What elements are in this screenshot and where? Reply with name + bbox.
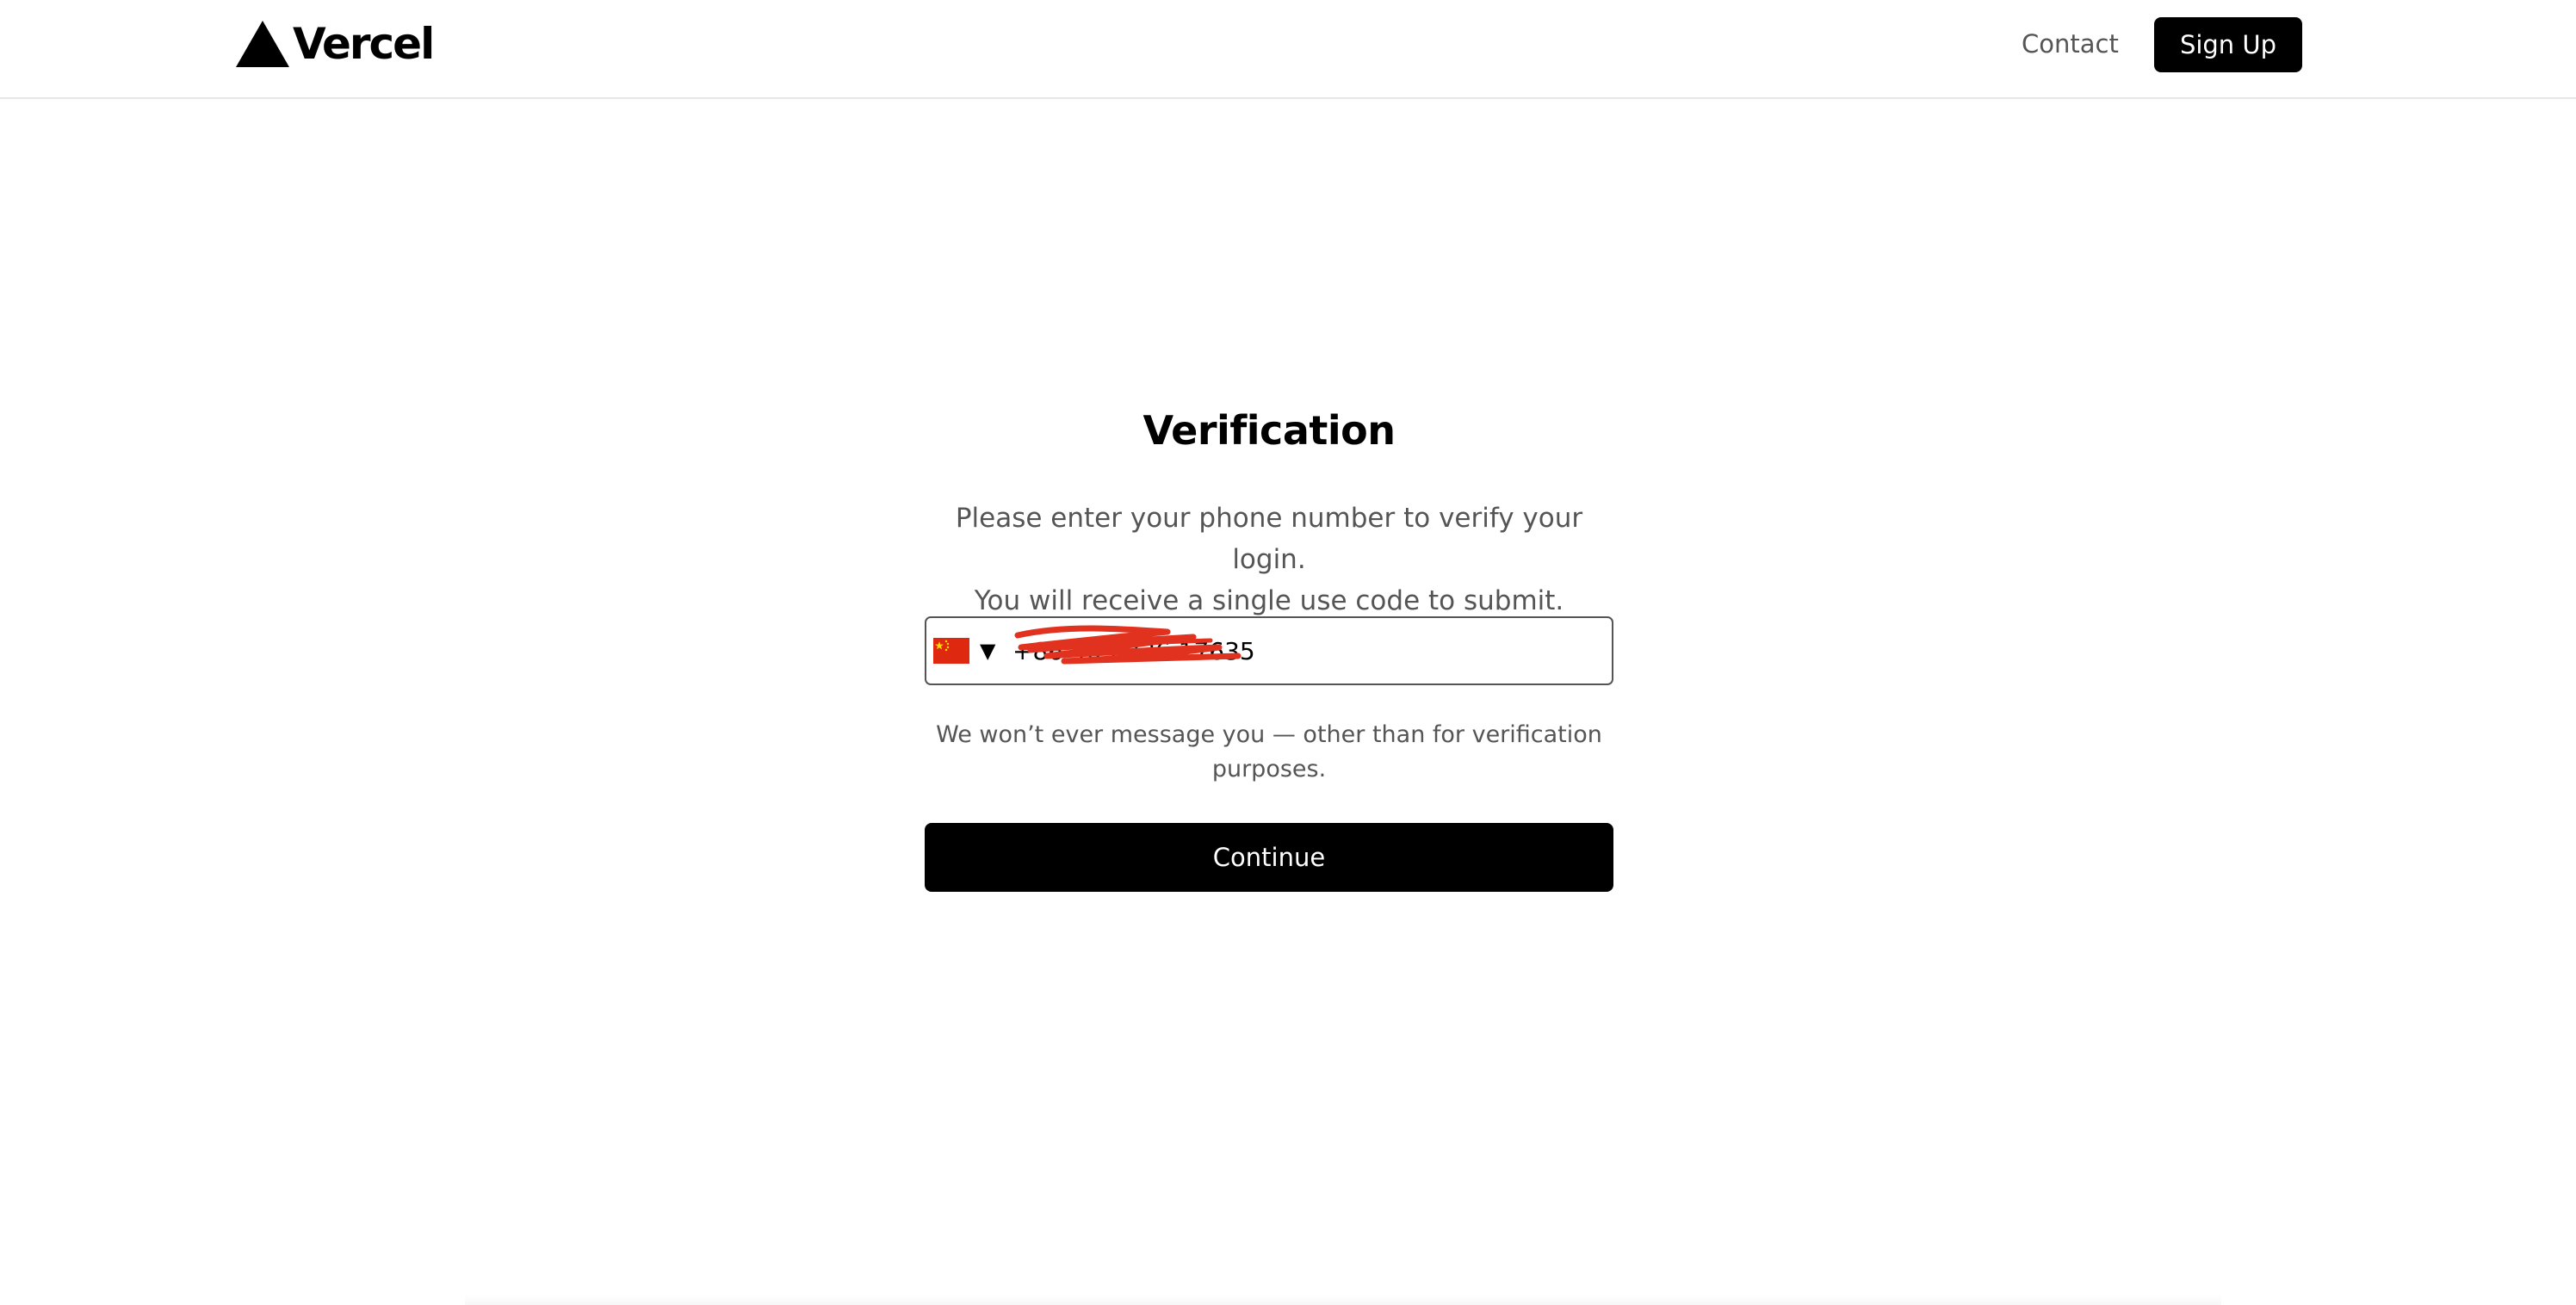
verification-description: Please enter your phone number to verify… <box>925 498 1613 622</box>
phone-number-input[interactable] <box>1012 625 1529 677</box>
country-dropdown-caret-icon[interactable]: ▼ <box>980 639 1000 663</box>
contact-link[interactable]: Contact <box>2022 28 2119 59</box>
description-line-2: You will receive a single use code to su… <box>974 585 1564 616</box>
logo-text: Vercel <box>293 19 435 69</box>
sign-up-button[interactable]: Sign Up <box>2154 17 2302 72</box>
vercel-triangle-icon <box>236 21 289 67</box>
phone-number-field: ▼ <box>925 616 1613 685</box>
privacy-note: We won’t ever message you — other than f… <box>936 721 1602 782</box>
continue-button[interactable]: Continue <box>925 823 1613 892</box>
china-flag-icon[interactable] <box>933 638 969 664</box>
verification-card: Verification Please enter your phone num… <box>925 396 1613 892</box>
description-line-1: Please enter your phone number to verify… <box>955 503 1583 575</box>
vercel-logo[interactable]: Vercel <box>236 19 435 69</box>
top-navbar: Vercel Contact Sign Up <box>0 0 2576 99</box>
page-title: Verification <box>1142 407 1396 454</box>
footer-edge <box>465 1295 2221 1305</box>
